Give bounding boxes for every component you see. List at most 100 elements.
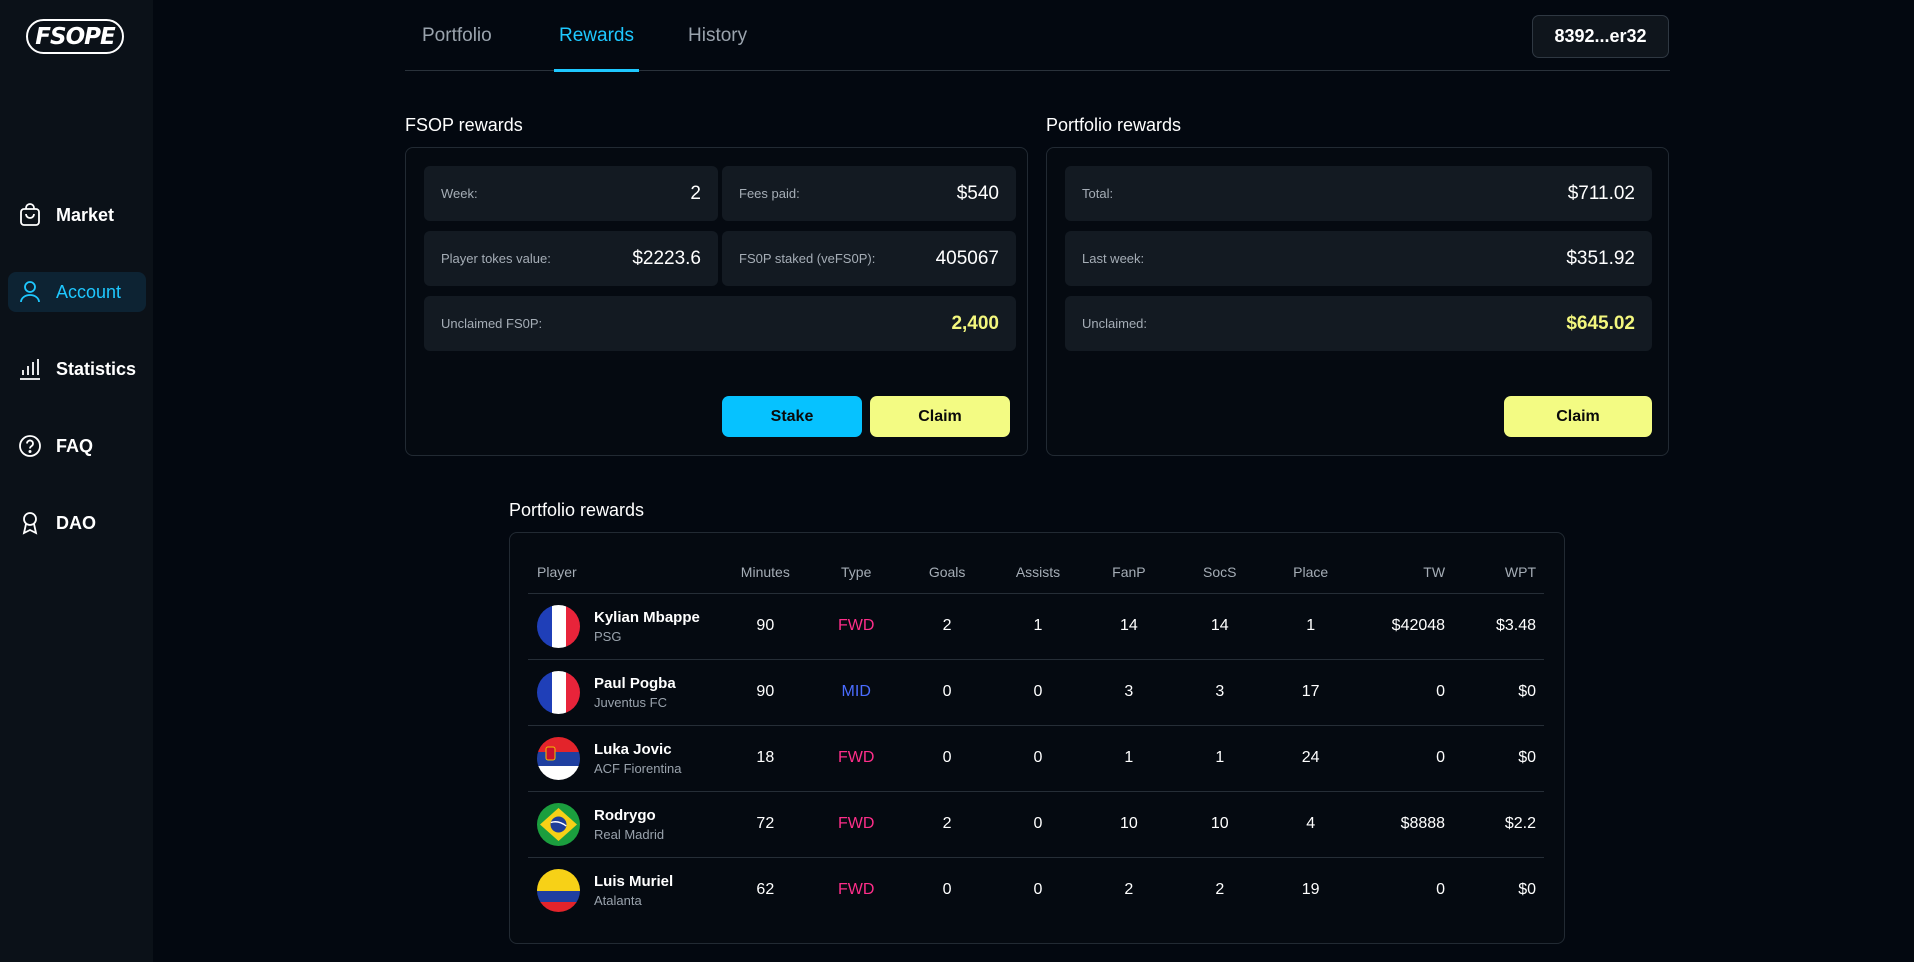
socs-cell: 10 [1174,791,1266,858]
assists-cell: 0 [992,725,1084,792]
table-row[interactable]: Luis Muriel Atalanta 62 FWD 0 0 2 2 19 0 $0 [528,857,1544,923]
serbia-flag-icon [537,736,580,780]
fees-paid-label: Fees paid: [739,186,800,201]
last-week-value: $351.92 [1566,247,1635,269]
wpt-cell: $0 [1453,725,1544,792]
tab-rewards[interactable]: Rewards [554,0,639,72]
claim-fsop-button[interactable]: Claim [870,396,1010,437]
stake-button[interactable]: Stake [722,396,862,437]
wpt-cell: $0 [1453,659,1544,726]
player-club: Real Madrid [594,826,665,842]
sidebar-item-account[interactable]: Account [8,272,146,312]
sidebar: FSOPE Market Account Statistics FAQ DAO [0,0,153,962]
shopping-bag-icon [18,203,42,227]
fanp-cell: 10 [1083,791,1175,858]
column-header[interactable]: Goals [901,551,993,594]
tw-cell: $8888 [1356,791,1454,858]
wpt-cell: $3.48 [1453,593,1544,660]
column-header[interactable]: Assists [992,551,1084,594]
column-header[interactable]: WPT [1453,551,1544,594]
player-cell: Kylian Mbappe PSG [528,593,720,660]
staked-stat: FS0P staked (veFS0P): 405067 [722,231,1016,286]
week-label: Week: [441,186,478,201]
column-header[interactable]: Minutes [719,551,811,594]
type-cell: FWD [810,791,902,858]
type-cell: FWD [810,725,902,792]
place-cell: 19 [1301,881,1320,899]
player-text: Luis Muriel Atalanta [594,873,673,908]
player-club: Atalanta [594,892,642,908]
sidebar-item-label: Statistics [56,358,137,379]
sidebar-item-faq[interactable]: FAQ [8,426,146,466]
tw-cell: $42048 [1356,593,1454,660]
place-cell: 24 [1265,725,1357,792]
player-name[interactable]: Rodrygo [594,807,664,824]
fsop-rewards-title: FSOP rewards [405,115,523,135]
table-row[interactable]: Paul Pogba Juventus FC 90 MID 0 0 3 3 17 0 $0 [528,659,1544,726]
socs-cell: 1 [1174,725,1266,792]
player-cell: Rodrygo Real Madrid [528,791,720,858]
table-header-row: Player Minutes Type Goals Assists FanP S… [528,551,1544,594]
unclaimed-fsop-label: Unclaimed FS0P: [441,316,543,331]
fees-paid-value: $540 [956,182,999,204]
player-cell: Paul Pogba Juventus FC [528,659,720,726]
player-info: Rodrygo Real Madrid [537,802,720,846]
sidebar-item-dao[interactable]: DAO [8,503,146,543]
fanp-cell: 1 [1083,725,1175,792]
column-header[interactable]: Player [528,551,720,594]
tab-history[interactable]: History [688,0,747,71]
type-cell: FWD [810,593,902,660]
minutes-cell: 72 [719,791,811,858]
player-name[interactable]: Luis Muriel [594,873,673,890]
table-row[interactable]: Kylian Mbappe PSG 90 FWD 2 1 14 14 1 $42048 $3.48 [528,593,1544,660]
column-header[interactable]: TW [1356,551,1454,594]
unclaimed-fsop-value: 2,400 [951,312,999,334]
last-week-stat: Last week: $351.92 [1065,231,1652,286]
player-club: PSG [594,628,622,644]
player-name[interactable]: Paul Pogba [594,675,676,692]
place-cell: 1 [1265,593,1357,660]
player-info: Kylian Mbappe PSG [537,604,720,648]
wallet-address-button[interactable]: 8392...er32 [1532,15,1669,58]
column-header[interactable]: SocS [1174,551,1266,594]
france-flag-icon [537,604,580,648]
assists-cell: 0 [1033,881,1043,899]
unclaimed-fsop-stat: Unclaimed FS0P: 2,400 [424,296,1016,351]
account-tabs: Portfolio Rewards History [405,0,1670,72]
player-text: Luka Jovic ACF Fiorentina [594,741,681,776]
fsope-logo[interactable]: FSOPE [26,19,124,54]
player-name[interactable]: Kylian Mbappe [594,609,700,626]
tw-cell: 0 [1436,881,1446,899]
socs-cell: 2 [1215,881,1225,899]
type-cell: FWD [837,881,875,899]
player-name[interactable]: Luka Jovic [594,741,681,758]
sidebar-item-label: FAQ [56,435,94,456]
portfolio-table-title: Portfolio rewards [509,500,645,520]
socs-cell: 14 [1174,593,1266,660]
tab-portfolio[interactable]: Portfolio [422,0,492,71]
minutes-cell: 62 [756,881,775,899]
column-header[interactable]: FanP [1083,551,1175,594]
fanp-cell: 2 [1124,881,1134,899]
place-cell: 17 [1265,659,1357,726]
socs-cell: 3 [1174,659,1266,726]
table-row[interactable]: Luka Jovic ACF Fiorentina 18 FWD 0 0 1 1 24 0 $0 [528,725,1544,792]
goals-cell: 0 [901,725,993,792]
goals-cell: 0 [901,659,993,726]
player-text: Kylian Mbappe PSG [594,609,700,644]
place-cell: 4 [1265,791,1357,858]
minutes-cell: 90 [719,593,811,660]
unclaimed-stat: Unclaimed: $645.02 [1065,296,1652,351]
sidebar-item-statistics[interactable]: Statistics [8,349,146,389]
portfolio-rewards-table: Player Minutes Type Goals Assists FanP S… [528,551,1544,923]
column-header[interactable]: Type [810,551,902,594]
claim-portfolio-button[interactable]: Claim [1504,396,1652,437]
player-tokens-value: $2223.6 [632,247,701,269]
wpt-cell: $2.2 [1453,791,1544,858]
sidebar-item-market[interactable]: Market [8,195,146,235]
table-row[interactable]: Rodrygo Real Madrid 72 FWD 2 0 10 10 4 $8888 $2.2 [528,791,1544,858]
wpt-cell: $0 [1518,881,1536,899]
goals-cell: 2 [901,791,993,858]
type-cell: MID [810,659,902,726]
column-header[interactable]: Place [1265,551,1357,594]
